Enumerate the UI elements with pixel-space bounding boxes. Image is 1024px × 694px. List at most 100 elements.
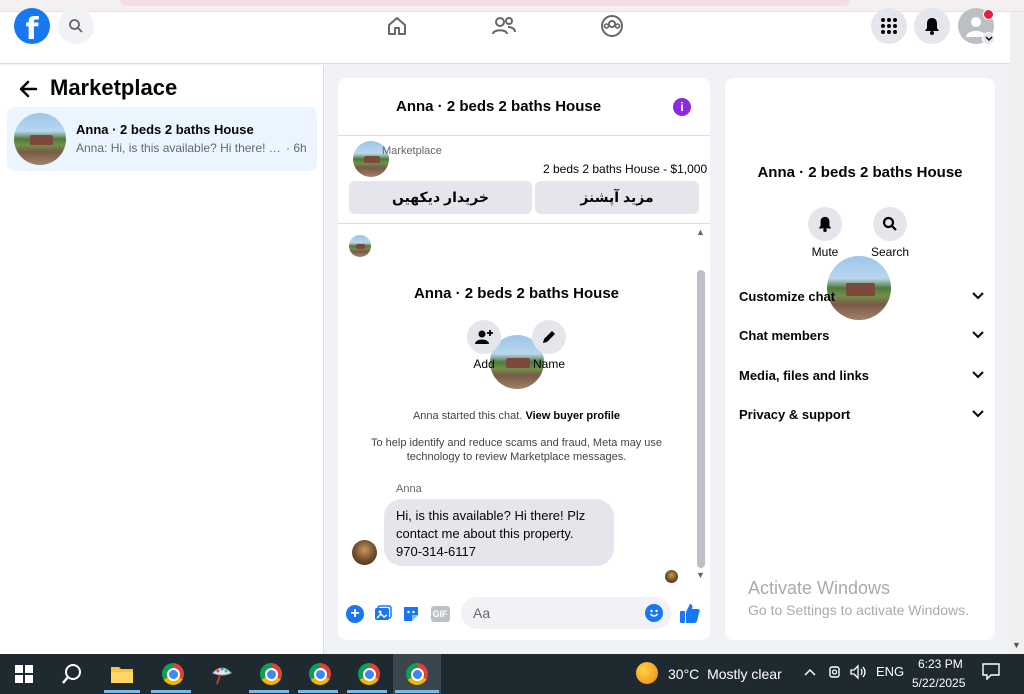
chrome-icon [358,663,380,685]
mute-button[interactable] [808,207,842,241]
listing-thumbnail [14,113,66,165]
chrome-icon [309,663,331,685]
chrome-profile-1[interactable] [155,658,191,690]
chevron-up-icon [804,668,816,676]
view-buyer-button[interactable]: خریدار دیکھیں [349,181,532,214]
more-actions-button[interactable]: + [346,605,364,623]
menu-label: Privacy & support [739,406,851,422]
chrome-profile-5[interactable] [399,658,435,690]
paint-app-button[interactable] [204,658,240,690]
search-button[interactable] [58,8,94,44]
meet-now-button[interactable] [828,664,842,683]
chevron-down-icon [972,331,984,339]
menu-chat-members[interactable]: Chat members [739,323,984,347]
facebook-logo[interactable]: f [14,8,50,47]
seen-avatar [665,570,678,583]
add-label: Add [473,357,495,371]
nav-friends[interactable] [490,12,518,40]
chevron-down-icon [972,371,984,379]
message-bubble[interactable]: Hi, is this available? Hi there! Plz con… [384,499,614,566]
action-center-button[interactable] [982,662,1000,683]
scroll-down-arrow[interactable]: ▼ [1012,640,1021,650]
sticker-button[interactable] [401,604,421,624]
weather-moon-icon[interactable] [636,662,658,684]
activation-watermark-title: Activate Windows [748,578,891,598]
language-indicator[interactable]: ENG [876,664,904,679]
chat-info-panel [725,78,995,640]
chevron-down-icon [972,292,984,300]
sender-name: Anna [396,483,422,495]
add-person-icon [475,330,493,344]
sticker-icon [404,607,418,621]
running-indicator [347,690,387,693]
chrome-profile-3[interactable] [302,658,338,690]
message-input[interactable] [461,597,671,629]
chrome-profile-2[interactable] [253,658,289,690]
volume-button[interactable] [850,664,868,683]
menu-privacy-support[interactable]: Privacy & support [739,402,984,426]
chevron-down-icon [972,410,984,418]
search-icon [882,216,897,231]
view-buyer-profile-link[interactable]: View buyer profile [525,410,620,422]
search-icon [69,19,83,33]
conversation-title: Anna · 2 beds 2 baths House [76,122,254,137]
gif-button[interactable]: GIF [430,604,450,624]
menu-button[interactable] [871,8,907,44]
arrow-left-icon [19,80,38,98]
clock-date[interactable]: 5/22/2025 [912,676,965,690]
file-explorer-button[interactable] [104,658,140,690]
speaker-icon [850,664,866,680]
search-label: Search [870,245,910,259]
mute-label: Mute [811,245,839,259]
show-hidden-icons[interactable] [804,664,816,679]
search-in-chat-button[interactable] [873,207,907,241]
scroll-up-arrow[interactable]: ▲ [696,227,705,237]
running-indicator [151,690,191,693]
weather-widget[interactable]: 30°C Mostly clear [668,666,782,682]
scroll-down-arrow[interactable]: ▼ [696,570,705,580]
temperature: 30°C [668,666,700,682]
chrome-icon [162,663,184,685]
running-indicator [249,690,289,693]
back-button[interactable] [18,78,40,100]
chrome-icon [260,663,282,685]
page-scrollbar[interactable] [1010,12,1024,654]
more-options-button[interactable]: مزید آپشنز [535,181,699,214]
sender-avatar[interactable] [352,540,377,565]
add-button[interactable] [467,320,501,354]
name-label: Name [532,357,565,371]
message-line: Hi, is this available? Hi there! Plz [396,508,586,523]
listing-price[interactable]: 2 beds 2 baths House - $1,000 [543,162,707,176]
attach-photo-button[interactable] [373,604,393,624]
message-line: contact me about this property. [396,526,574,541]
chat-title[interactable]: Anna · 2 beds 2 baths House [396,98,601,115]
start-button[interactable] [6,658,42,690]
menu-media-files-links[interactable]: Media, files and links [739,363,984,387]
chrome-profile-4[interactable] [351,658,387,690]
bell-icon [818,216,832,232]
clock-time[interactable]: 6:23 PM [918,657,963,671]
divider [338,223,710,224]
safety-notice: To help identify and reduce scams and fr… [370,437,663,463]
taskbar-search-button[interactable] [54,658,90,690]
nav-groups[interactable] [598,12,626,40]
photo-icon [375,605,392,620]
chat-started-notice: Anna started this chat. View buyer profi… [338,410,695,422]
nav-home[interactable] [383,12,411,40]
emoji-button[interactable] [645,604,663,622]
conversation-time: · 6h [286,141,307,155]
thumbs-up-icon [680,604,700,623]
folder-icon [111,667,133,683]
running-indicator [395,690,439,693]
like-button[interactable] [679,602,701,624]
name-button[interactable] [532,320,566,354]
menu-grid-icon [881,18,897,34]
bell-icon [925,18,939,35]
listing-thumbnail-small[interactable] [349,235,371,257]
info-icon[interactable]: i [673,98,691,116]
scrollbar-thumb[interactable] [697,270,705,568]
menu-customize-chat[interactable]: Customize chat [739,284,984,308]
page-title: Marketplace [50,75,178,100]
notifications-button[interactable] [914,8,950,44]
account-chevron[interactable] [982,32,995,45]
